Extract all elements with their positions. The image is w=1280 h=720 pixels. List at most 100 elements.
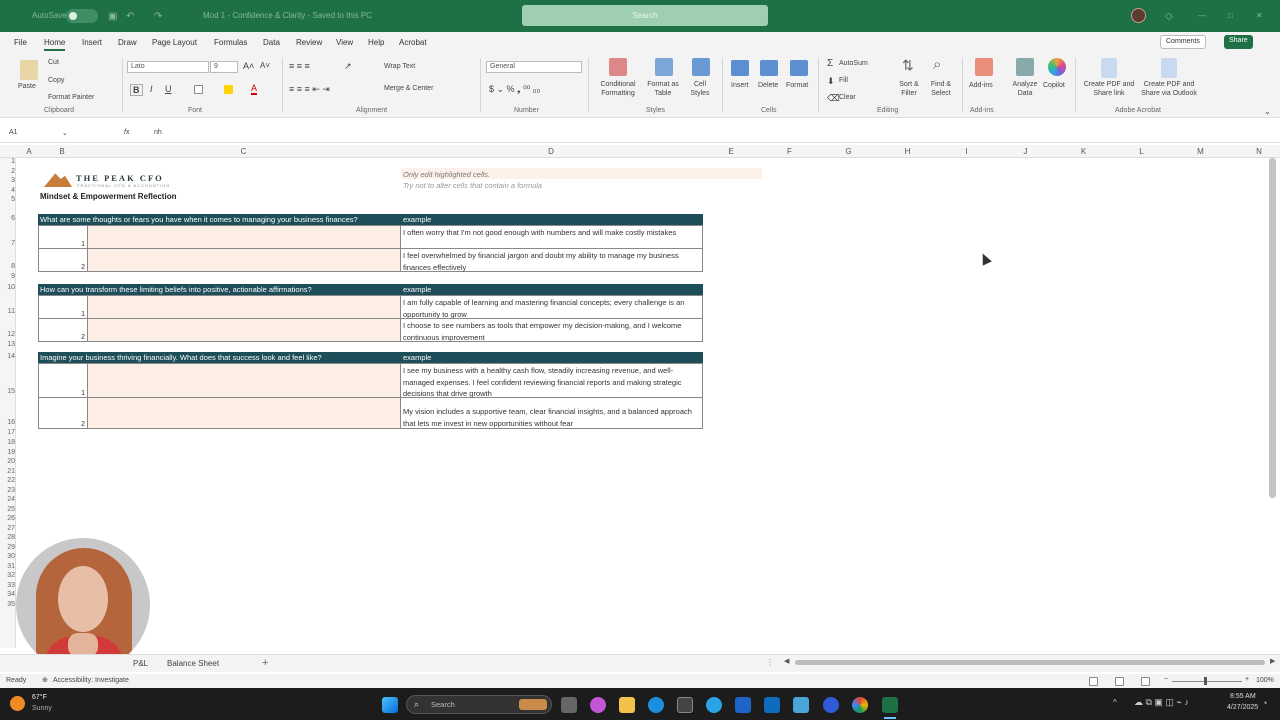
notification-icon[interactable]: ◔ xyxy=(1262,698,1267,708)
weather-desc[interactable]: Sunny xyxy=(32,705,52,712)
merge-center-button[interactable]: Merge & Center xyxy=(384,85,433,92)
autosum-button[interactable]: AutoSum xyxy=(839,60,868,67)
conditional-formatting-icon[interactable] xyxy=(609,58,627,76)
row-header[interactable]: 15 xyxy=(0,388,15,395)
close-icon[interactable]: ✕ xyxy=(1256,11,1263,20)
row-header[interactable]: 9 xyxy=(0,273,15,280)
normal-view-icon[interactable] xyxy=(1089,677,1098,686)
column-header[interactable]: G xyxy=(819,147,878,156)
grow-font-icon[interactable]: A˄ xyxy=(243,61,254,71)
menu-file[interactable]: File xyxy=(14,38,27,47)
row-header[interactable]: 25 xyxy=(0,506,15,513)
scroll-left-icon[interactable]: ◀ xyxy=(784,657,789,665)
diamond-icon[interactable]: ◇ xyxy=(1165,11,1173,22)
taskbar-search[interactable]: ⌕ Search xyxy=(406,695,552,714)
row-header[interactable]: 10 xyxy=(0,284,15,291)
currency-icon[interactable]: $ ⌄ % ❟ ⁰⁰ ₀₀ xyxy=(489,84,540,95)
task-view-icon[interactable] xyxy=(561,697,577,713)
maximize-icon[interactable]: □ xyxy=(1228,11,1233,20)
font-color-icon[interactable]: A xyxy=(251,83,258,95)
name-box[interactable]: A1 xyxy=(9,129,69,140)
excel-icon[interactable] xyxy=(882,697,898,713)
answer-input-cell[interactable] xyxy=(88,296,401,318)
italic-icon[interactable]: I xyxy=(150,84,153,94)
copilot-taskbar-icon[interactable] xyxy=(590,697,606,713)
number-format-select[interactable]: General xyxy=(486,61,582,73)
create-pdf-outlook-button[interactable]: Create PDF and Share via Outlook xyxy=(1136,80,1202,98)
fx-icon[interactable]: fx xyxy=(124,129,129,136)
zoom-slider-thumb[interactable] xyxy=(1204,677,1207,685)
cell-styles-button[interactable]: Cell Styles xyxy=(684,80,716,98)
row-header[interactable]: 32 xyxy=(0,572,15,579)
create-pdf-outlook-icon[interactable] xyxy=(1161,58,1177,78)
row-header[interactable]: 12 xyxy=(0,331,15,338)
format-cells-button[interactable]: Format xyxy=(786,82,808,89)
column-header[interactable]: D xyxy=(401,147,701,156)
row-header[interactable]: 2 xyxy=(0,168,15,175)
minimize-icon[interactable]: — xyxy=(1198,11,1206,20)
font-size-select[interactable]: 9 xyxy=(210,61,238,73)
answer-input-cell[interactable] xyxy=(88,364,401,397)
row-header[interactable]: 11 xyxy=(0,308,15,315)
answer-input-cell[interactable] xyxy=(88,319,401,341)
row-header[interactable]: 34 xyxy=(0,591,15,598)
autosave-toggle[interactable] xyxy=(66,9,98,23)
row-number-cell[interactable]: 1 xyxy=(39,296,88,318)
row-number-cell[interactable]: 2 xyxy=(39,398,88,428)
add-ins-button[interactable]: Add-ins xyxy=(969,82,993,89)
row-header[interactable]: 35 xyxy=(0,601,15,608)
skype-icon[interactable] xyxy=(706,697,722,713)
menu-draw[interactable]: Draw xyxy=(118,38,137,47)
menu-home[interactable]: Home xyxy=(44,38,66,51)
row-number-cell[interactable]: 2 xyxy=(39,249,88,271)
borders-icon[interactable] xyxy=(194,85,203,94)
zoom-app-icon[interactable] xyxy=(823,697,839,713)
row-header[interactable]: 1 xyxy=(0,158,15,165)
fill-icon[interactable]: ⬇ xyxy=(827,76,835,87)
menu-help[interactable]: Help xyxy=(368,38,384,47)
page-layout-view-icon[interactable] xyxy=(1115,677,1124,686)
weather-icon[interactable] xyxy=(10,696,25,711)
sheet-tab-balance-sheet[interactable]: Balance Sheet xyxy=(167,659,219,668)
undo-icon[interactable]: ↶ xyxy=(126,11,134,22)
sort-filter-button[interactable]: Sort & Filter xyxy=(895,80,923,98)
find-select-icon[interactable]: ⌕ xyxy=(933,56,941,73)
clear-icon[interactable]: ⌫ xyxy=(827,93,840,104)
column-header[interactable]: B xyxy=(38,147,86,156)
redo-icon[interactable]: ↷ xyxy=(154,11,162,22)
row-header[interactable]: 3 xyxy=(0,177,15,184)
menu-acrobat[interactable]: Acrobat xyxy=(399,38,427,47)
column-header[interactable]: A xyxy=(22,147,36,156)
menu-formulas[interactable]: Formulas xyxy=(214,38,247,47)
column-header[interactable]: J xyxy=(996,147,1055,156)
analyze-data-icon[interactable] xyxy=(1016,58,1034,76)
bold-icon[interactable]: B xyxy=(130,84,143,96)
answer-input-cell[interactable] xyxy=(88,226,401,248)
add-sheet-icon[interactable]: + xyxy=(262,657,268,669)
font-name-select[interactable]: Lato xyxy=(127,61,209,73)
name-box-dropdown-icon[interactable]: ⌄ xyxy=(62,129,68,137)
row-header[interactable]: 18 xyxy=(0,439,15,446)
format-cells-icon[interactable] xyxy=(790,60,808,76)
dropbox-icon[interactable] xyxy=(764,697,780,713)
row-header[interactable]: 16 xyxy=(0,419,15,426)
shrink-font-icon[interactable]: A˅ xyxy=(260,61,270,70)
sort-filter-icon[interactable]: ⇅ xyxy=(902,57,914,74)
row-header[interactable]: 7 xyxy=(0,240,15,247)
column-header[interactable]: M xyxy=(1171,147,1230,156)
clock-time[interactable]: 8:55 AM xyxy=(1230,693,1256,700)
row-number-cell[interactable]: 1 xyxy=(39,364,88,397)
page-break-view-icon[interactable] xyxy=(1141,677,1150,686)
windows-start-icon[interactable] xyxy=(382,697,398,713)
sheet-tab-pl[interactable]: P&L xyxy=(133,659,148,668)
scroll-right-icon[interactable]: ▶ xyxy=(1270,657,1275,665)
app-icon[interactable] xyxy=(793,697,809,713)
row-header[interactable]: 6 xyxy=(0,215,15,222)
delete-cells-button[interactable]: Delete xyxy=(758,82,778,89)
format-painter-button[interactable]: Format Painter xyxy=(48,94,94,101)
tab-split-icon[interactable]: ⋮ xyxy=(766,658,774,667)
clock-date[interactable]: 4/27/2025 xyxy=(1227,704,1258,711)
weather-temp[interactable]: 67°F xyxy=(32,694,47,701)
insert-cells-button[interactable]: Insert xyxy=(731,82,749,89)
tray-chevron-icon[interactable]: ^ xyxy=(1113,698,1117,707)
